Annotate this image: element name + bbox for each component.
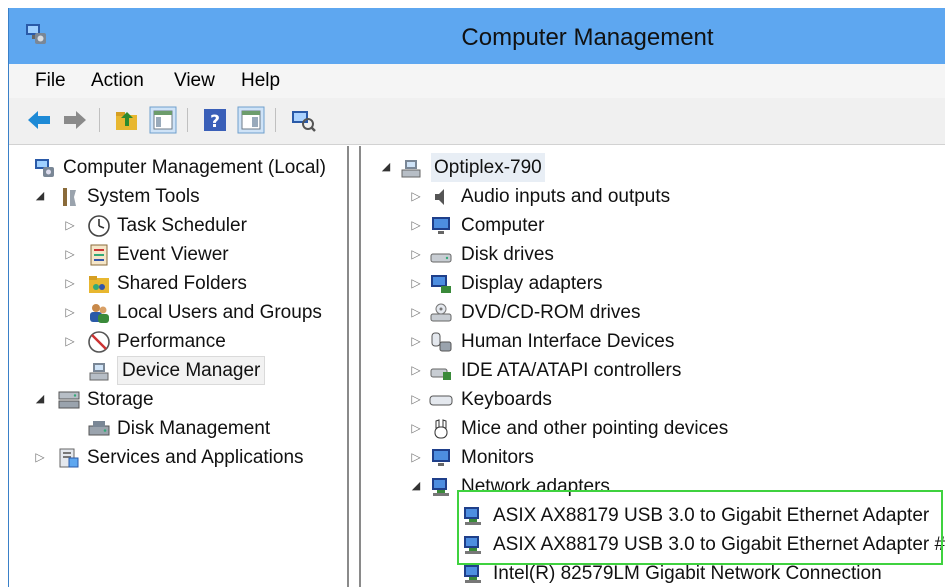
disk-drive-icon — [430, 253, 452, 263]
dvd-drive-icon — [430, 303, 452, 322]
computer-icon — [401, 160, 421, 178]
collapsed-triangle-icon[interactable]: ▷ — [409, 269, 423, 298]
tree-item-label: Disk Management — [117, 418, 271, 439]
tree-item-label: System Tools — [87, 186, 200, 207]
collapsed-triangle-icon[interactable]: ▷ — [63, 298, 77, 327]
tree-item-label: Services and Applications — [87, 447, 304, 468]
device-category-label: IDE ATA/ATAPI controllers — [461, 360, 682, 381]
tree-item-label: Local Users and Groups — [117, 302, 322, 323]
tree-item-label: Task Scheduler — [117, 215, 247, 236]
device-category-label: Display adapters — [461, 273, 603, 294]
human-interface-device-icon — [431, 332, 452, 352]
collapsed-triangle-icon[interactable]: ▷ — [409, 443, 423, 472]
collapsed-triangle-icon[interactable]: ▷ — [409, 298, 423, 327]
collapsed-triangle-icon[interactable]: ▷ — [63, 211, 77, 240]
clock-icon — [88, 215, 110, 237]
collapsed-triangle-icon[interactable]: ▷ — [409, 240, 423, 269]
device-category-label: Disk drives — [461, 244, 554, 265]
device-category-label: Computer — [461, 215, 545, 236]
device-category-label: Keyboards — [461, 389, 552, 410]
expanded-triangle-icon[interactable]: ◢ — [409, 472, 423, 501]
performance-icon — [88, 331, 110, 353]
expanded-triangle-icon[interactable]: ◢ — [33, 182, 47, 211]
svg-text:?: ? — [210, 112, 220, 132]
tree-item-label: Shared Folders — [117, 273, 247, 294]
collapsed-triangle-icon[interactable]: ▷ — [409, 385, 423, 414]
keyboard-icon — [429, 395, 453, 406]
back-arrow-icon[interactable] — [25, 106, 53, 134]
network-adapter-icon — [432, 478, 449, 496]
tree-item-label: Event Viewer — [117, 244, 229, 265]
disk-management-icon — [88, 421, 110, 436]
collapsed-triangle-icon[interactable]: ▷ — [409, 356, 423, 385]
event-viewer-icon — [90, 244, 108, 266]
collapsed-triangle-icon[interactable]: ▷ — [409, 182, 423, 211]
ide-controller-icon — [430, 368, 451, 380]
device-manager-icon — [89, 363, 109, 381]
collapsed-triangle-icon[interactable]: ▷ — [63, 240, 77, 269]
monitor-icon — [432, 449, 450, 466]
mouse-icon — [434, 419, 448, 439]
expanded-triangle-icon[interactable]: ◢ — [33, 385, 47, 414]
window-title: Computer Management — [461, 24, 714, 51]
asix-adapters-highlight — [457, 490, 943, 565]
device-category-label: Human Interface Devices — [461, 331, 675, 352]
collapsed-triangle-icon[interactable]: ▷ — [409, 211, 423, 240]
network-adapter-icon — [464, 565, 481, 583]
device-scan-icon[interactable] — [289, 106, 317, 134]
show-hide-console-tree-icon[interactable] — [149, 106, 177, 134]
storage-icon — [58, 391, 80, 409]
toolbar-separator — [187, 108, 188, 132]
monitor-icon — [432, 217, 450, 234]
device-category-label: DVD/CD-ROM drives — [461, 302, 641, 323]
menu-view[interactable]: View — [174, 70, 215, 92]
menu-help[interactable]: Help — [241, 70, 280, 92]
computer-management-icon — [35, 159, 54, 177]
toolbar: ? — [9, 98, 945, 145]
menu-action[interactable]: Action — [91, 70, 144, 92]
menu-file[interactable]: File — [35, 70, 66, 92]
shared-folder-icon — [89, 276, 109, 293]
forward-arrow-icon[interactable] — [61, 106, 89, 134]
expanded-triangle-icon[interactable]: ◢ — [379, 153, 393, 182]
device-tree-root-label: Optiplex-790 — [431, 153, 545, 182]
collapsed-triangle-icon[interactable]: ▷ — [63, 269, 77, 298]
up-folder-icon[interactable] — [113, 106, 141, 134]
title-bar[interactable]: Computer Management — [9, 8, 945, 64]
device-category-label: Audio inputs and outputs — [461, 186, 671, 207]
tree-item-label: Computer Management (Local) — [63, 157, 326, 178]
device-category-label: Monitors — [461, 447, 534, 468]
tree-item-label: Performance — [117, 331, 226, 352]
speaker-icon — [435, 189, 444, 205]
collapsed-triangle-icon[interactable]: ▷ — [33, 443, 47, 472]
menu-bar: File Action View Help — [9, 64, 945, 98]
toolbar-separator — [275, 108, 276, 132]
collapsed-triangle-icon[interactable]: ▷ — [63, 327, 77, 356]
device-category-label: Mice and other pointing devices — [461, 418, 729, 439]
display-adapter-icon — [431, 275, 451, 293]
tree-item-label: Device Manager — [117, 356, 266, 385]
users-icon — [90, 304, 109, 323]
console-tree-pane[interactable]: Computer Management (Local) ◢ System Too… — [9, 146, 349, 587]
collapsed-triangle-icon[interactable]: ▷ — [409, 327, 423, 356]
tree-item-label: Storage — [87, 389, 154, 410]
help-icon[interactable]: ? — [201, 106, 229, 134]
collapsed-triangle-icon[interactable]: ▷ — [409, 414, 423, 443]
toolbar-separator — [99, 108, 100, 132]
services-icon — [59, 448, 79, 468]
properties-pane-icon[interactable] — [237, 106, 265, 134]
system-tools-icon — [63, 188, 76, 206]
